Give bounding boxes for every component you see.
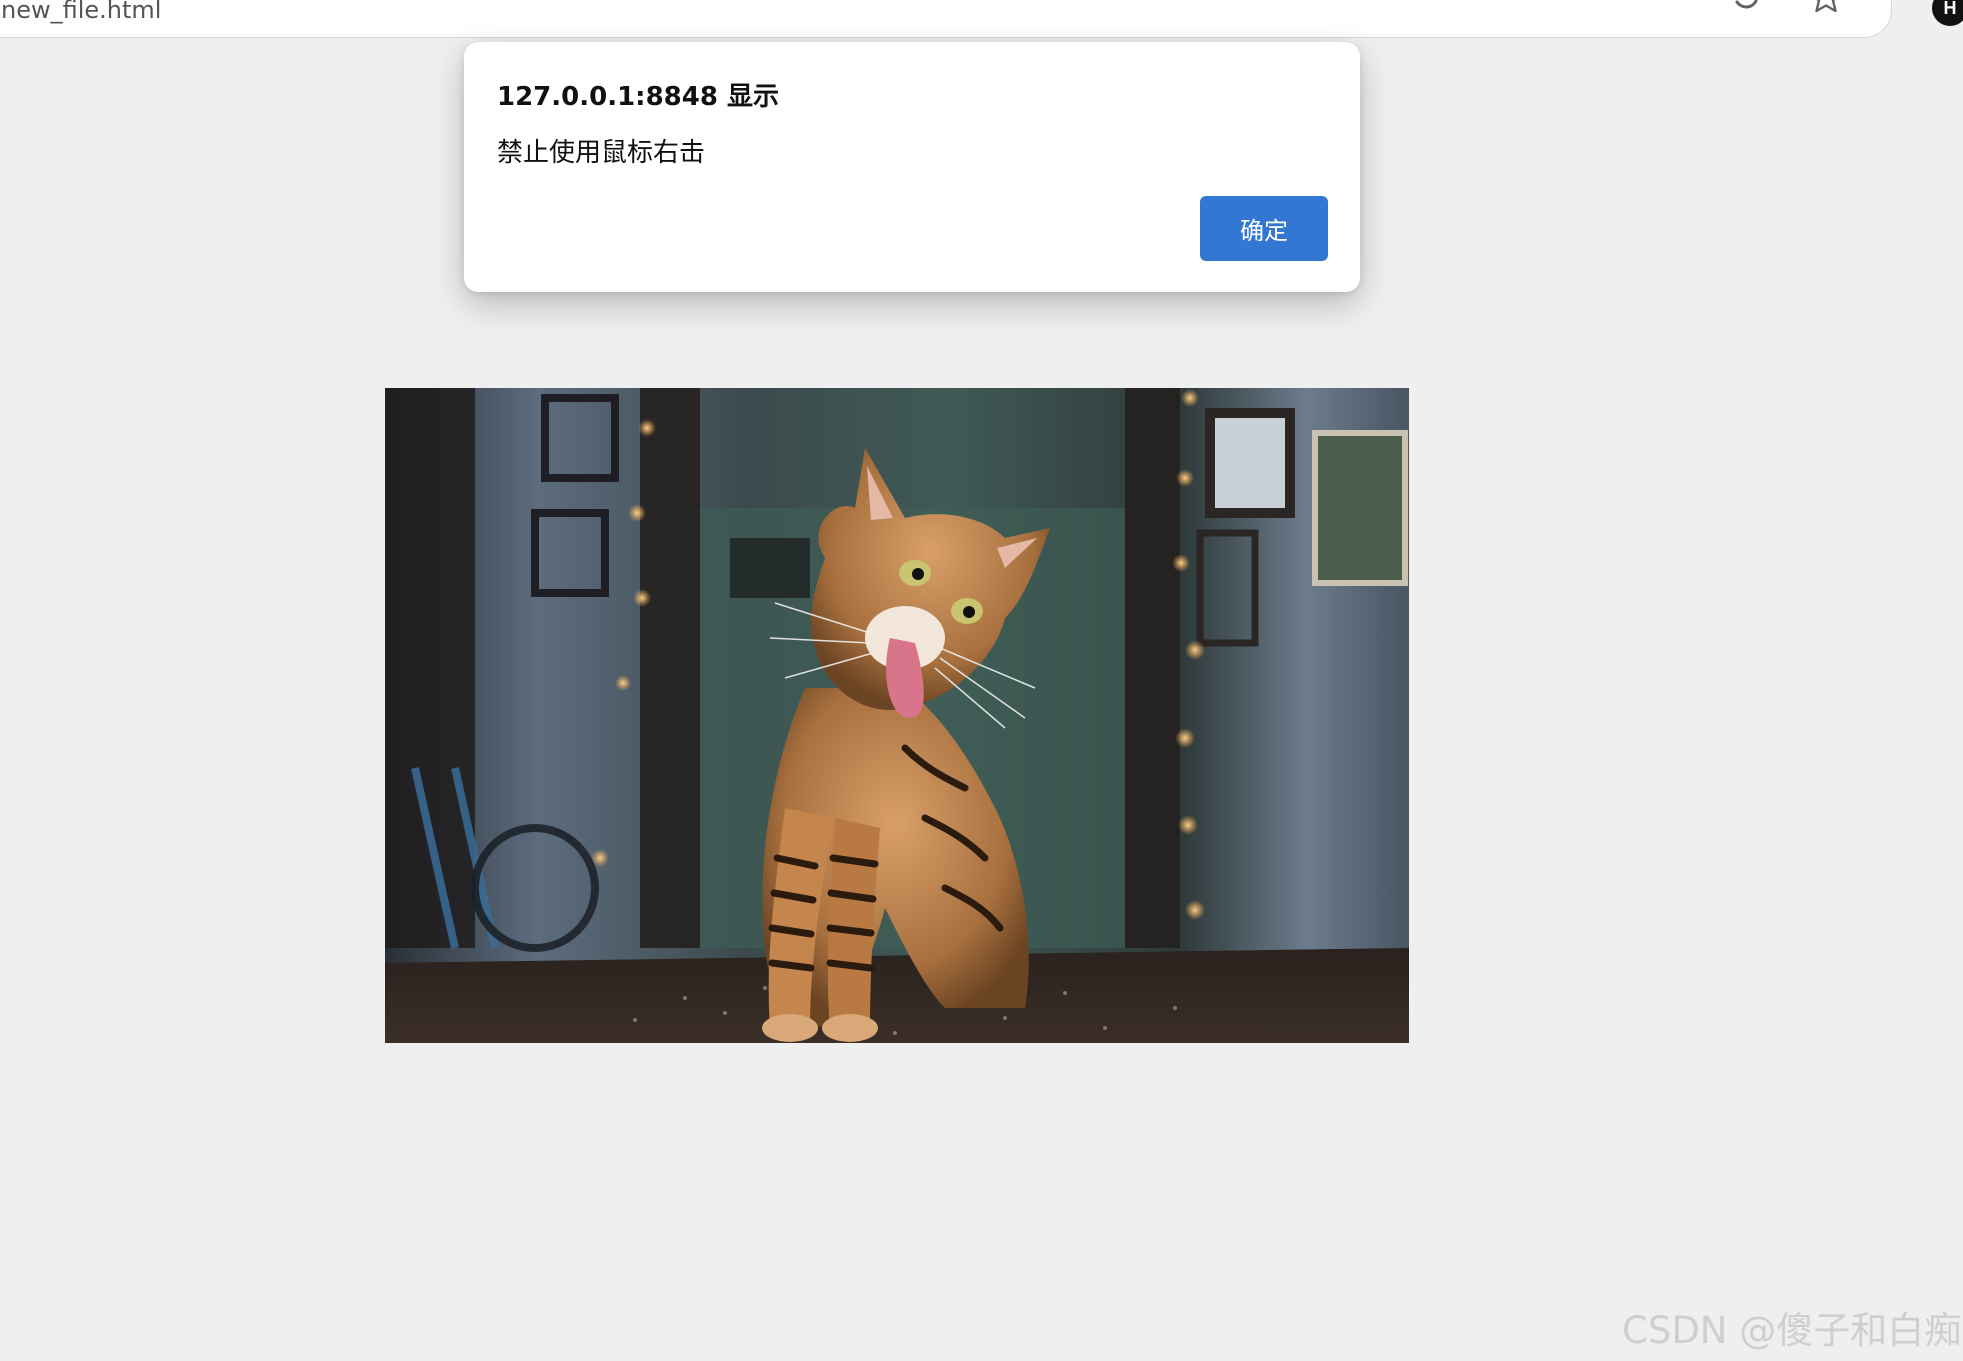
address-url-text[interactable]: new_file.html xyxy=(1,0,161,24)
browser-page: new_file.html H 127.0.0.1:8848 显示 禁止使用鼠标… xyxy=(0,0,1963,1361)
profile-icon[interactable]: H xyxy=(1932,0,1963,26)
alert-dialog: 127.0.0.1:8848 显示 禁止使用鼠标右击 确定 xyxy=(464,42,1360,292)
refresh-icon[interactable] xyxy=(1726,0,1766,17)
profile-initial: H xyxy=(1943,0,1957,18)
ok-button[interactable]: 确定 xyxy=(1200,196,1328,261)
dialog-message: 禁止使用鼠标右击 xyxy=(497,138,706,168)
address-bar[interactable]: new_file.html xyxy=(0,0,1892,38)
star-icon[interactable] xyxy=(1806,0,1846,17)
dialog-origin-title: 127.0.0.1:8848 显示 xyxy=(497,82,779,112)
watermark: CSDN @傻子和白痴 xyxy=(1622,1309,1962,1352)
cat-photo xyxy=(385,388,1409,1043)
